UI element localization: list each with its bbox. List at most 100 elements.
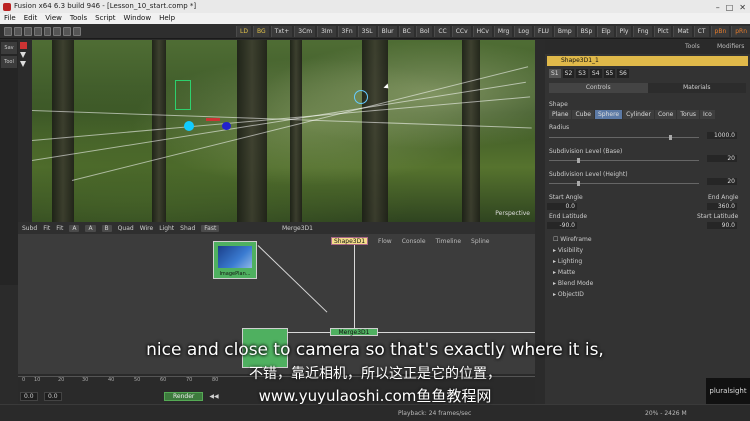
subdiv-base-slider[interactable] [549,158,699,163]
start-latitude-value[interactable]: 90.0 [707,222,737,229]
tool-pbn[interactable]: pBn [710,25,730,37]
end-angle-value[interactable]: 360.0 [707,203,737,210]
menu-window[interactable]: Window [123,13,151,24]
copy-icon[interactable] [63,26,72,36]
paste-icon[interactable] [73,26,81,36]
radius-slider[interactable] [549,135,699,140]
tool-ccv[interactable]: CCv [451,25,471,37]
tool-3sl[interactable]: 3SL [357,25,376,37]
fit-button[interactable]: Fit [43,225,50,232]
section-visibility[interactable]: ▸ Visibility [553,247,583,254]
section-lighting[interactable]: ▸ Lighting [553,258,582,265]
open-icon[interactable] [13,26,22,36]
undo-icon[interactable] [33,26,42,36]
cut-icon[interactable] [53,26,62,36]
section-objectid[interactable]: ▸ ObjectID [553,291,584,298]
shape-torus[interactable]: Torus [677,110,700,119]
tool-log[interactable]: Log [514,25,532,37]
start-angle-value[interactable]: 0.0 [547,203,577,210]
slider-knob[interactable] [669,135,672,140]
subdiv-base-value[interactable]: 20 [707,155,737,162]
cyan-handle[interactable] [184,121,194,131]
radius-value[interactable]: 1000.0 [707,132,737,139]
tool-ply[interactable]: Ply [615,25,632,37]
shape3d-node[interactable]: Shape3D1 [331,237,369,245]
section-blend-mode[interactable]: ▸ Blend Mode [553,280,593,287]
tool-ld[interactable]: LD [236,25,251,37]
tool-mrg[interactable]: Mrg [493,25,513,37]
tab-controls[interactable]: Controls [549,83,648,93]
tool-blur[interactable]: Blur [377,25,397,37]
tool-bg[interactable]: BG [252,25,269,37]
tool-bol[interactable]: Bol [415,25,433,37]
shape-sphere[interactable]: Sphere [594,110,623,119]
subdiv-button[interactable]: Subd [22,225,37,232]
sphere-gizmo[interactable] [354,90,368,104]
camera-gizmo[interactable] [175,80,191,110]
menu-edit[interactable]: Edit [24,13,38,24]
tool-mat[interactable]: Mat [673,25,692,37]
tab-console[interactable]: Console [402,238,426,245]
blue-handle[interactable] [222,122,231,130]
end-latitude-value[interactable]: -90.0 [547,222,577,229]
shape-ico[interactable]: Ico [700,110,715,119]
new-icon[interactable] [4,26,12,36]
tool-fng[interactable]: Fng [633,25,652,37]
tab-flow[interactable]: Flow [378,238,392,245]
fit-button-2[interactable]: Fit [56,225,63,232]
quad-button[interactable]: Quad [118,225,134,232]
shape-cylinder[interactable]: Cylinder [623,110,654,119]
tool-ct[interactable]: CT [693,25,709,37]
tool-hcv[interactable]: HCv [472,25,492,37]
tool-bmp[interactable]: Bmp [553,25,575,37]
menu-view[interactable]: View [45,13,62,24]
red-axis[interactable] [206,118,220,121]
sidebar-tab-saved[interactable]: Sav [1,42,17,54]
slider-knob[interactable] [577,181,580,186]
slider-knob[interactable] [577,158,580,163]
arrow-down-icon[interactable] [20,52,26,58]
tool-3fn[interactable]: 3Fn [337,25,356,37]
tool-prn[interactable]: pRn [731,25,750,37]
a-button[interactable]: A [69,224,80,232]
slot-s2[interactable]: S2 [562,69,575,78]
tab-materials[interactable]: Materials [647,83,746,93]
sidebar-tab-tools[interactable]: Tool [1,56,17,68]
arrow-down-icon-2[interactable] [20,61,26,67]
slot-s5[interactable]: S5 [603,69,616,78]
menu-script[interactable]: Script [95,13,115,24]
tab-timeline[interactable]: Timeline [436,238,462,245]
tool-elp[interactable]: Elp [597,25,614,37]
tool-cc[interactable]: CC [434,25,450,37]
wire-button[interactable]: Wire [140,225,154,232]
subdiv-height-value[interactable]: 20 [707,178,737,185]
tab-spline[interactable]: Spline [471,238,489,245]
menu-help[interactable]: Help [159,13,175,24]
shad-button[interactable]: Shad [180,225,195,232]
menu-tools[interactable]: Tools [70,13,87,24]
menu-file[interactable]: File [4,13,16,24]
b-button[interactable]: B [101,224,112,232]
section-matte[interactable]: ▸ Matte [553,269,575,276]
tab-tools[interactable]: Tools [685,43,700,50]
shape-cone[interactable]: Cone [654,110,677,119]
shape-cube[interactable]: Cube [572,110,594,119]
imageplane-node[interactable]: ImagePlan... [213,241,257,279]
light-button[interactable]: Light [159,225,174,232]
tool-bsp[interactable]: BSp [576,25,596,37]
a-button-2[interactable]: A [85,224,96,232]
redo-icon[interactable] [43,26,52,36]
slot-s1[interactable]: S1 [549,69,561,78]
subdiv-height-slider[interactable] [549,181,699,186]
tool-3im[interactable]: 3Im [317,25,336,37]
tool-flu[interactable]: FLU [534,25,552,37]
shape-plane[interactable]: Plane [549,110,572,119]
slot-s4[interactable]: S4 [589,69,602,78]
fast-button[interactable]: Fast [201,224,220,232]
3d-viewport[interactable]: Perspective [32,40,535,222]
tool-txt[interactable]: Txt+ [270,25,293,37]
red-marker-icon[interactable] [20,42,27,49]
tab-modifiers[interactable]: Modifiers [717,43,744,50]
wireframe-checkbox[interactable]: ☐ Wireframe [553,236,592,243]
save-icon[interactable] [23,26,32,36]
